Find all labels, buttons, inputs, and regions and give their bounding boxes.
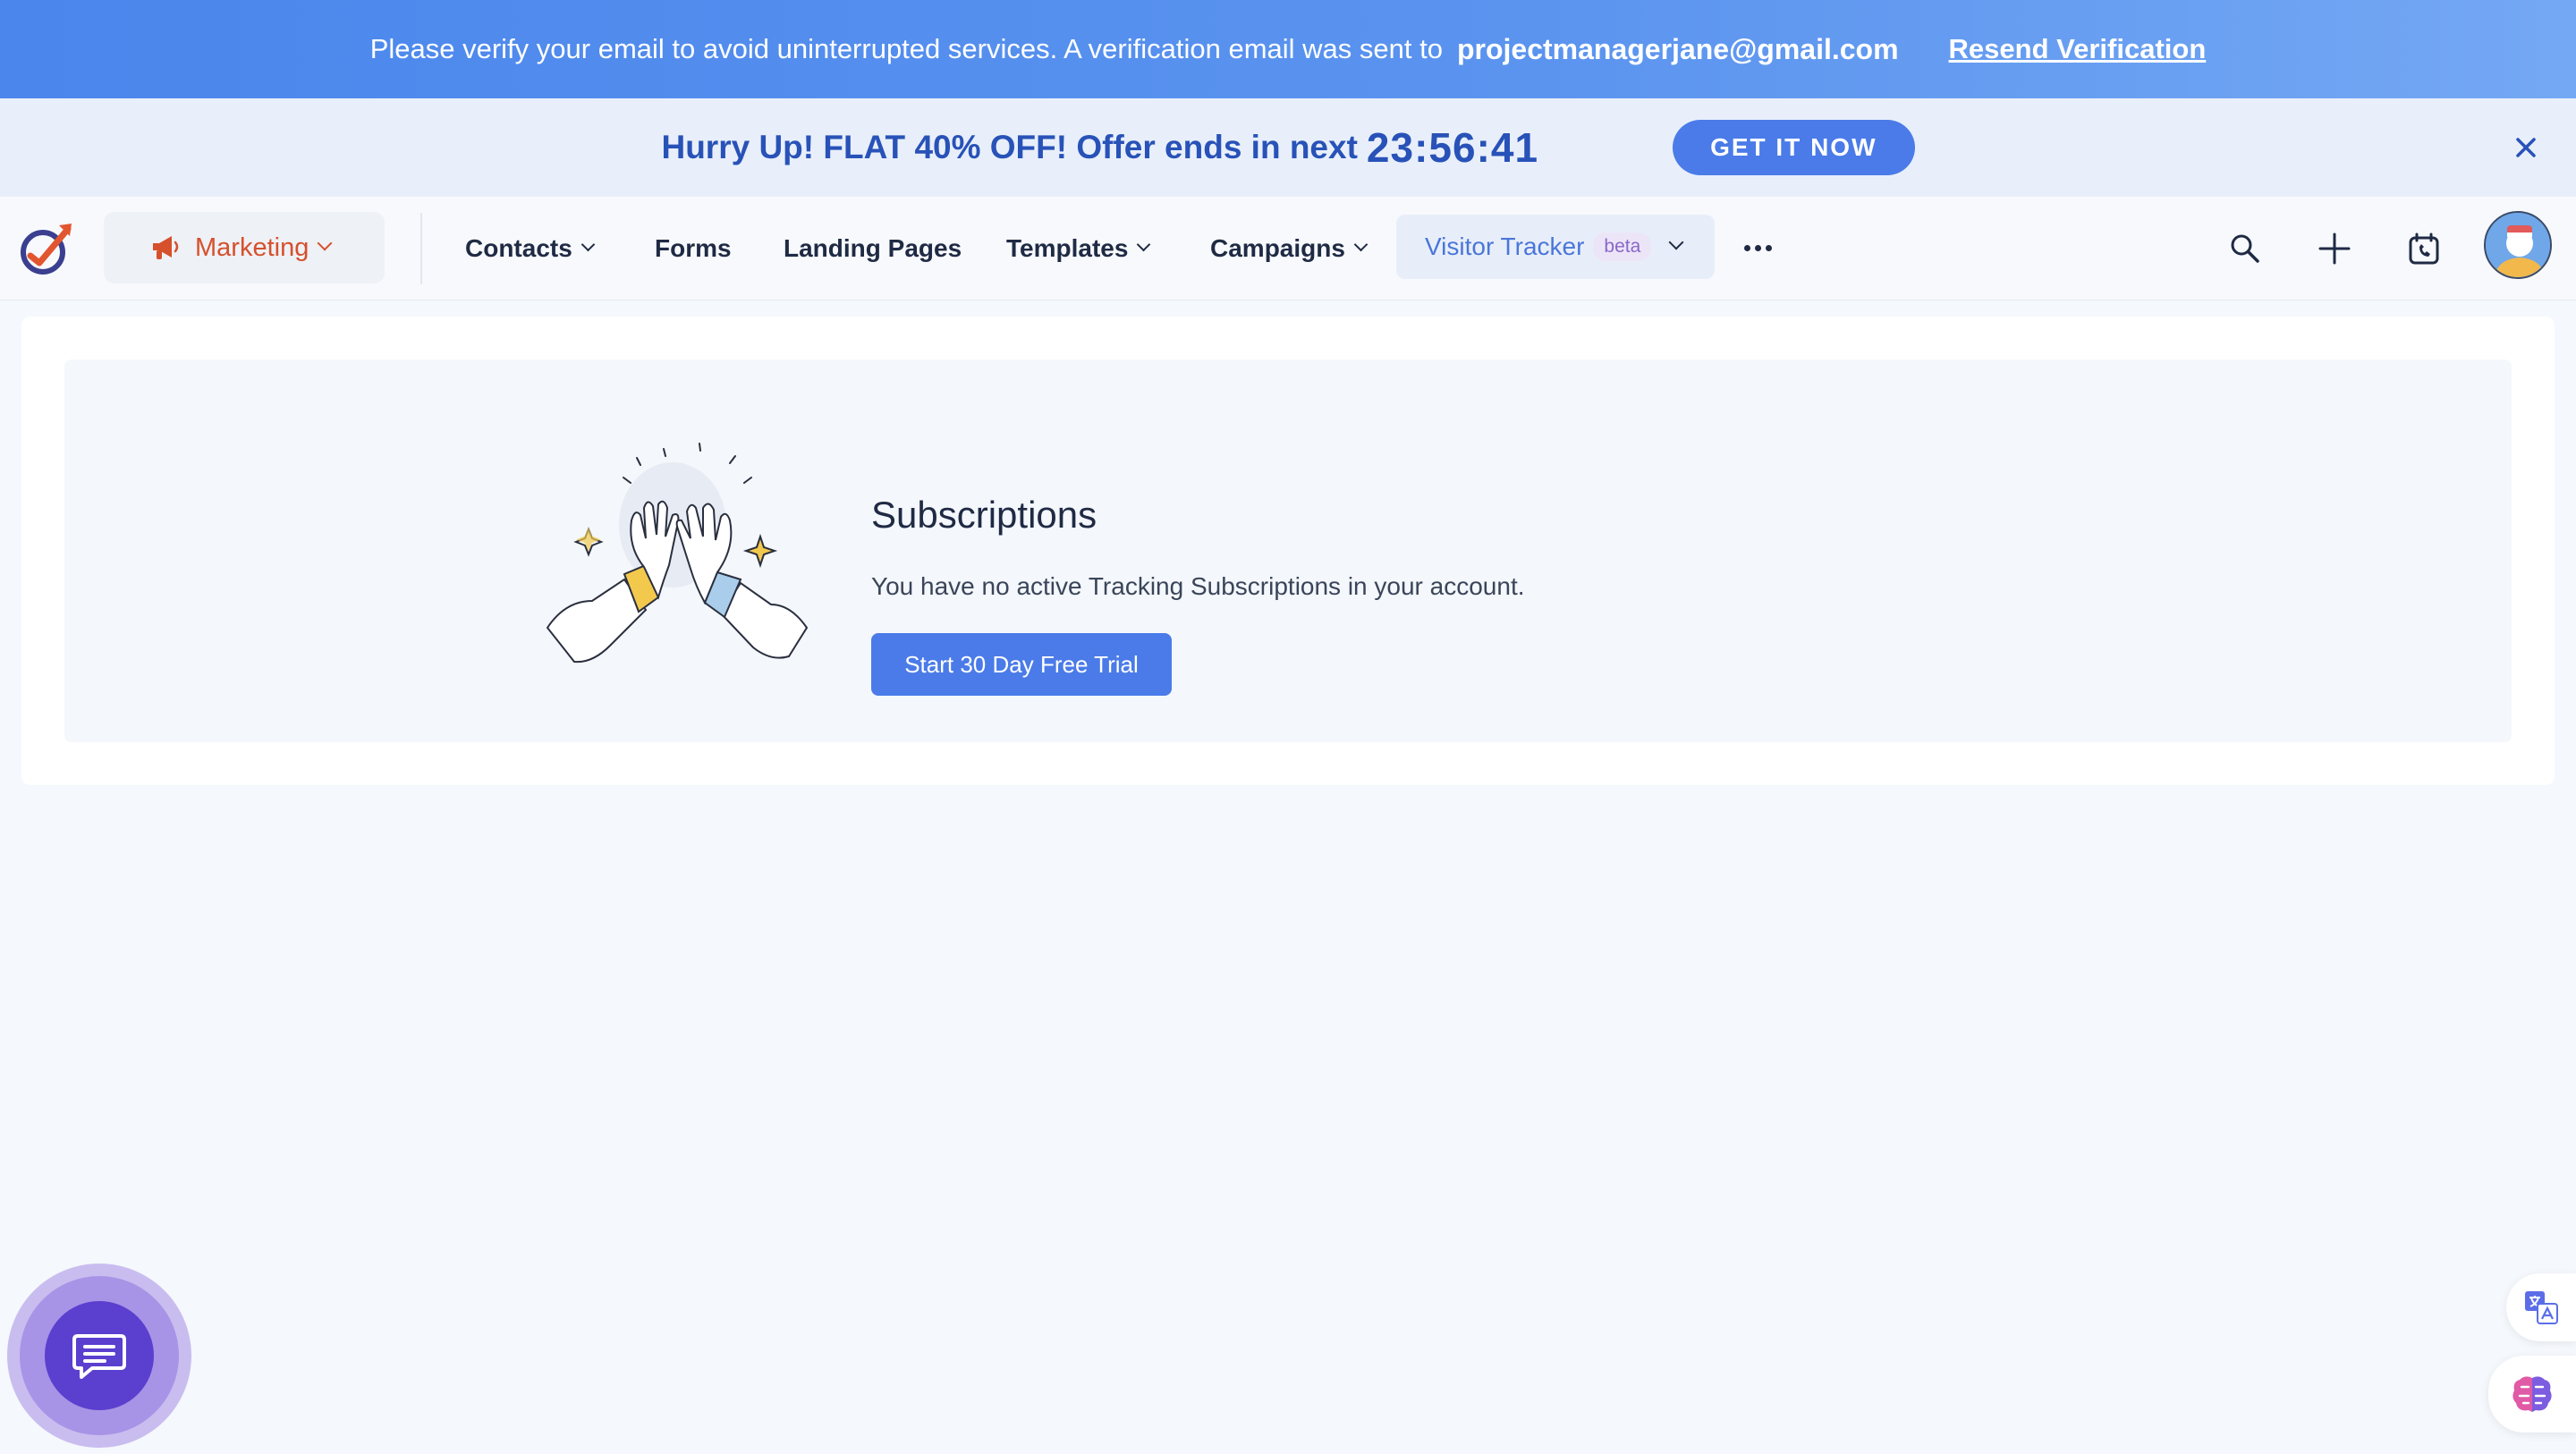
nav-item-label: Forms: [655, 234, 732, 262]
nav-item-label: Contacts: [465, 234, 572, 262]
ai-brain-icon[interactable]: [2488, 1356, 2576, 1433]
chevron-down-icon: [317, 235, 333, 251]
top-navigation: Marketing Contacts Forms Landing Pages T…: [0, 197, 2576, 300]
empty-state-description: You have no active Tracking Subscription…: [871, 572, 1525, 600]
module-label: Marketing: [195, 232, 309, 262]
nav-item-label: Landing Pages: [784, 234, 962, 262]
nav-divider: [420, 213, 422, 284]
promo-text: Hurry Up! FLAT 40% OFF! Offer ends in ne…: [661, 129, 1358, 165]
beta-badge: beta: [1593, 232, 1652, 261]
plus-icon[interactable]: [2317, 231, 2352, 266]
nav-item-label: Campaigns: [1210, 234, 1345, 262]
resend-verification-link[interactable]: Resend Verification: [1949, 33, 2207, 65]
verification-message: Please verify your email to avoid uninte…: [369, 33, 1443, 64]
chevron-down-icon: [1353, 237, 1368, 251]
start-free-trial-button[interactable]: Start 30 Day Free Trial: [871, 633, 1172, 696]
nav-item-campaigns[interactable]: Campaigns: [1210, 197, 1368, 300]
search-icon[interactable]: [2227, 231, 2263, 266]
chevron-down-icon: [580, 237, 596, 251]
nav-item-landing-pages[interactable]: Landing Pages: [784, 197, 962, 300]
chevron-down-icon: [1137, 237, 1151, 251]
chat-widget: [7, 1264, 191, 1448]
promo-banner: Hurry Up! FLAT 40% OFF! Offer ends in ne…: [0, 98, 2576, 197]
more-icon[interactable]: [1744, 234, 1772, 261]
module-switcher[interactable]: Marketing: [104, 212, 385, 283]
verification-banner: Please verify your email to avoid uninte…: [0, 0, 2576, 98]
nav-item-forms[interactable]: Forms: [655, 197, 732, 300]
app-logo-icon[interactable]: [18, 220, 75, 277]
verification-email: projectmanagerjane@gmail.com: [1456, 32, 1899, 65]
page-title: Subscriptions: [871, 494, 1097, 536]
nav-item-contacts[interactable]: Contacts: [465, 197, 596, 300]
megaphone-icon: [150, 233, 181, 269]
chat-bubble-icon[interactable]: [45, 1301, 154, 1410]
chevron-down-icon: [1668, 234, 1684, 250]
nav-item-label: Visitor Tracker: [1425, 232, 1585, 260]
avatar[interactable]: [2484, 211, 2552, 279]
high-five-illustration: [538, 422, 834, 681]
close-icon[interactable]: [2508, 130, 2544, 165]
promo-countdown: 23:56:41: [1366, 124, 1539, 171]
calendar-phone-icon[interactable]: [2406, 231, 2442, 266]
main-card: Subscriptions You have no active Trackin…: [21, 317, 2555, 785]
nav-item-visitor-tracker[interactable]: Visitor Tracker beta: [1396, 215, 1715, 279]
nav-item-templates[interactable]: Templates: [1006, 197, 1151, 300]
get-it-now-button[interactable]: GET IT NOW: [1673, 120, 1915, 175]
translate-icon[interactable]: [2506, 1273, 2576, 1341]
nav-item-label: Templates: [1006, 234, 1129, 262]
empty-state-panel: Subscriptions You have no active Trackin…: [64, 359, 2512, 742]
